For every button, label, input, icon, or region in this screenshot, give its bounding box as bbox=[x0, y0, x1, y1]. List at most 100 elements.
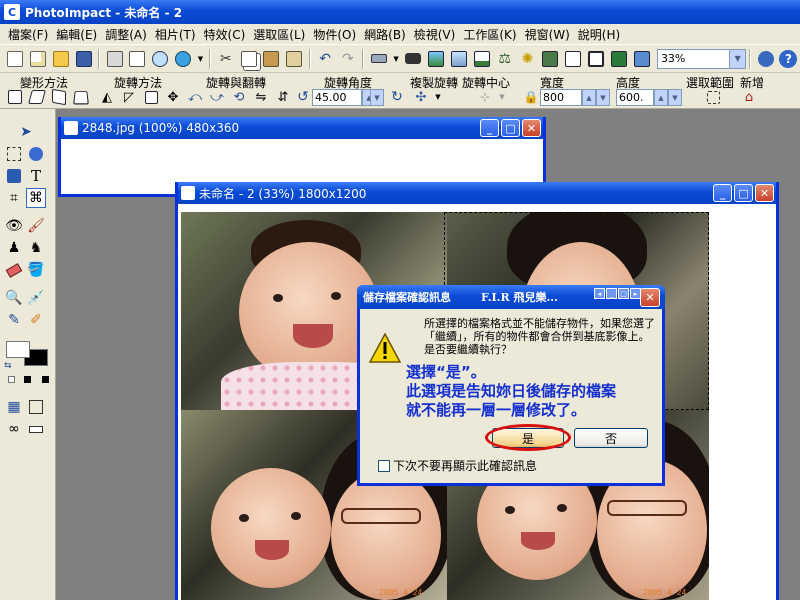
fill-tool[interactable]: 🪣 bbox=[26, 260, 46, 280]
mask-button[interactable]: ∞ bbox=[4, 419, 24, 439]
menu-effects[interactable]: 特效(C) bbox=[200, 26, 250, 43]
menu-object[interactable]: 物件(O) bbox=[309, 26, 360, 43]
rotate-center-dropdown[interactable]: ▼ bbox=[497, 88, 507, 106]
paste-special-button[interactable] bbox=[284, 48, 305, 69]
width-input[interactable]: 800 bbox=[540, 89, 582, 106]
eye-tool[interactable]: 👁 bbox=[4, 216, 24, 236]
maximize-button[interactable]: □ bbox=[734, 184, 753, 202]
width-spin-up[interactable]: ▲ bbox=[582, 89, 596, 106]
open-button[interactable] bbox=[51, 48, 72, 69]
help-button[interactable]: ? bbox=[778, 48, 799, 69]
flip-horizontal-button[interactable]: ⇋ bbox=[251, 88, 271, 106]
menu-help[interactable]: 說明(H) bbox=[574, 26, 624, 43]
internet-button[interactable] bbox=[173, 48, 194, 69]
default-white-swatch[interactable] bbox=[8, 376, 15, 383]
no-button[interactable]: 否 bbox=[574, 428, 648, 448]
copy-button[interactable] bbox=[238, 48, 259, 69]
maximize-button[interactable]: □ bbox=[501, 119, 520, 137]
stamp-tool[interactable]: ♟ bbox=[4, 238, 24, 258]
rotate-free-button[interactable]: ◭ bbox=[97, 88, 117, 106]
rotate-handle-button[interactable]: ✥ bbox=[163, 88, 183, 106]
minimize-button[interactable]: _ bbox=[480, 119, 499, 137]
close-button[interactable]: ✕ bbox=[522, 119, 541, 137]
menu-file[interactable]: 檔案(F) bbox=[4, 26, 52, 43]
rotate-ccw-button[interactable]: ↺ bbox=[293, 88, 313, 106]
dont-show-again-checkbox[interactable]: 下次不要再顯示此確認訊息 bbox=[378, 457, 537, 474]
new-canvas-button[interactable] bbox=[28, 48, 49, 69]
checkbox-box[interactable] bbox=[378, 459, 390, 472]
redo-button[interactable]: ↷ bbox=[337, 48, 358, 69]
chart-button[interactable] bbox=[471, 48, 492, 69]
print-preview-button[interactable] bbox=[127, 48, 148, 69]
effect-button[interactable] bbox=[563, 48, 584, 69]
scanner-dropdown[interactable]: ▼ bbox=[391, 48, 401, 69]
foreground-color-swatch[interactable] bbox=[6, 341, 30, 358]
eyedropper-tool[interactable]: 💉 bbox=[26, 288, 46, 308]
aspect-lock-button[interactable]: 🔒 bbox=[521, 88, 541, 106]
rotate-vertical-button[interactable] bbox=[141, 88, 161, 106]
photo-album-button[interactable] bbox=[449, 48, 470, 69]
rotate-angle-input[interactable]: 45.00 bbox=[312, 89, 362, 106]
eraser-tool[interactable] bbox=[4, 260, 24, 280]
menu-photo[interactable]: 相片(T) bbox=[151, 26, 200, 43]
pick-tool[interactable]: ➤ bbox=[16, 122, 36, 142]
mini-prev-button[interactable]: ◂ bbox=[594, 288, 605, 299]
camera-button[interactable] bbox=[403, 48, 424, 69]
light-button[interactable]: ✺ bbox=[517, 48, 538, 69]
save-confirm-dialog[interactable]: 儲存檔案確認訊息 F.I.R 飛兒樂... ◂ _ □ ▸ ✕ 所選擇的檔案格式… bbox=[357, 285, 665, 486]
rotate-left-90-button[interactable]: ⤺ bbox=[185, 88, 205, 106]
undo-button[interactable]: ↶ bbox=[315, 48, 336, 69]
rotate-right-90-button[interactable]: ⤻ bbox=[207, 88, 227, 106]
copy-rotate-button[interactable]: ✣ bbox=[411, 88, 431, 106]
swap-colors-icon[interactable]: ⇆ bbox=[4, 361, 12, 371]
close-button[interactable]: ✕ bbox=[755, 184, 774, 202]
menu-workspace[interactable]: 工作區(K) bbox=[459, 26, 520, 43]
crop-tool[interactable]: ⌗ bbox=[4, 188, 24, 208]
transform-perspective-button[interactable] bbox=[71, 88, 91, 106]
flip-vertical-button[interactable]: ⇵ bbox=[273, 88, 293, 106]
web-button[interactable] bbox=[608, 48, 629, 69]
marquee-tool[interactable] bbox=[4, 144, 24, 164]
lasso-tool[interactable] bbox=[26, 144, 46, 164]
paste-button[interactable] bbox=[261, 48, 282, 69]
new-button[interactable]: ⌂ bbox=[739, 88, 759, 106]
print-button[interactable] bbox=[104, 48, 125, 69]
select-range-button[interactable] bbox=[703, 88, 723, 106]
menu-adjust[interactable]: 調整(A) bbox=[101, 26, 151, 43]
dialog-close-button[interactable]: ✕ bbox=[640, 288, 660, 307]
document-title-bar[interactable]: 未命名 - 2 (33%) 1800x1200 bbox=[178, 182, 776, 204]
document-title-bar[interactable]: 2848.jpg (100%) 480x360 bbox=[61, 117, 543, 139]
minimize-button[interactable]: _ bbox=[713, 184, 732, 202]
transform-resize-button[interactable] bbox=[5, 88, 25, 106]
menu-web[interactable]: 網路(B) bbox=[360, 26, 410, 43]
copy-rotate-dropdown[interactable]: ▼ bbox=[433, 88, 443, 106]
save-button[interactable] bbox=[73, 48, 94, 69]
frame-button[interactable] bbox=[586, 48, 607, 69]
ruler-button[interactable] bbox=[26, 419, 46, 439]
transform-tool[interactable]: ⌘ bbox=[26, 188, 46, 208]
ulead-button[interactable] bbox=[755, 48, 776, 69]
scanner-button[interactable] bbox=[368, 48, 389, 69]
width-spin-down[interactable]: ▼ bbox=[596, 89, 610, 106]
default-color-swatch[interactable] bbox=[42, 376, 49, 383]
menu-window[interactable]: 視窗(W) bbox=[521, 26, 574, 43]
cut-button[interactable]: ✂ bbox=[215, 48, 236, 69]
balance-button[interactable]: ⚖ bbox=[494, 48, 515, 69]
default-black-swatch[interactable] bbox=[24, 376, 31, 383]
frame-view-button[interactable] bbox=[26, 397, 46, 417]
text-tool[interactable]: T bbox=[26, 166, 46, 186]
cards-button[interactable] bbox=[631, 48, 652, 69]
internet-dropdown[interactable]: ▼ bbox=[196, 48, 206, 69]
new-file-button[interactable] bbox=[5, 48, 26, 69]
zoom-tool[interactable]: 🔍 bbox=[4, 288, 24, 308]
shape-tool[interactable] bbox=[4, 166, 24, 186]
mini-max-button[interactable]: □ bbox=[618, 288, 629, 299]
menu-view[interactable]: 檢視(V) bbox=[410, 26, 460, 43]
preview-button[interactable] bbox=[150, 48, 171, 69]
transform-distort-button[interactable] bbox=[49, 88, 69, 106]
menu-edit[interactable]: 編輯(E) bbox=[52, 26, 101, 43]
height-input[interactable]: 600. bbox=[616, 89, 654, 106]
pen-tool[interactable]: ✎ bbox=[4, 310, 24, 330]
rotate-180-button[interactable]: ⟲ bbox=[229, 88, 249, 106]
height-spin-up[interactable]: ▲ bbox=[654, 89, 668, 106]
